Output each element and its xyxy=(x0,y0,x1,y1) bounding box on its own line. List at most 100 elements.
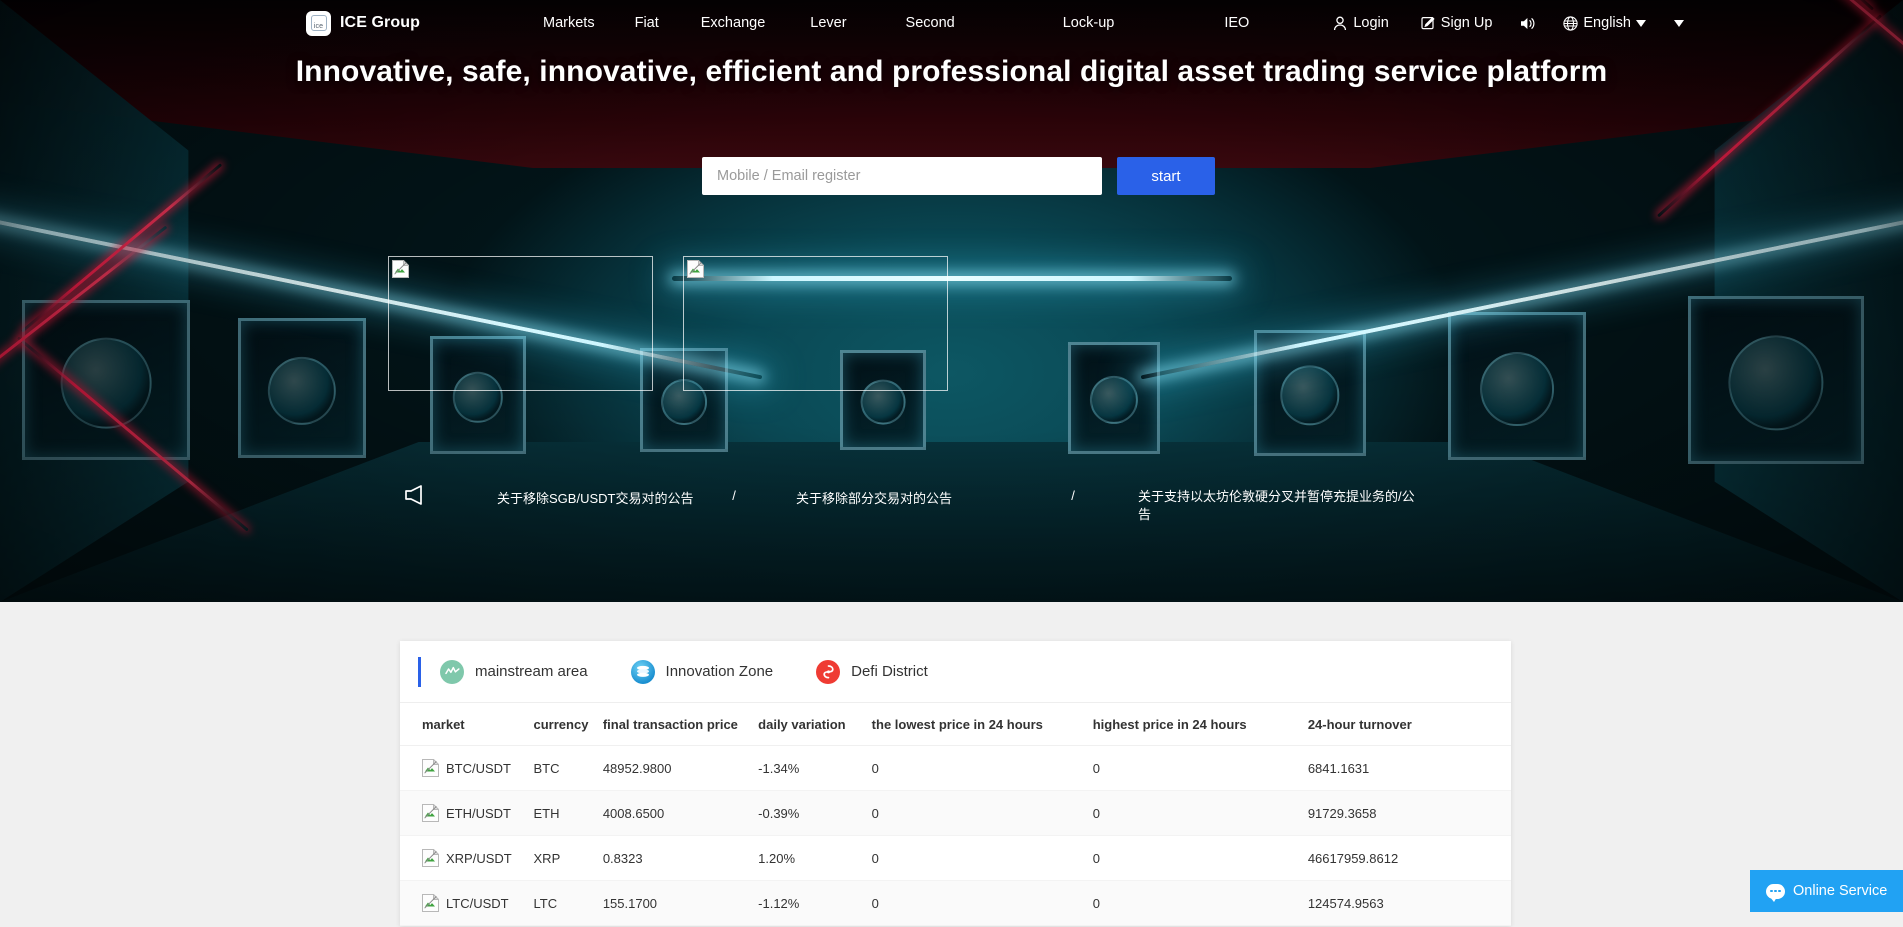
market-pair-label: BTC/USDT xyxy=(446,760,511,776)
announcement-link-2[interactable]: 关于移除部分交易对的公告 xyxy=(796,488,996,507)
broken-image-icon xyxy=(422,758,440,777)
coins-stack-icon xyxy=(630,659,655,684)
currency-cell: ETH xyxy=(533,790,603,836)
table-row[interactable]: LTC/USDT LTC 155.1700 -1.12% 0 0 124574.… xyxy=(400,880,1511,926)
nav-item-exchange[interactable]: Exchange xyxy=(701,15,766,31)
active-tab-accent-bar xyxy=(418,656,421,687)
col-header-turnover[interactable]: 24-hour turnover xyxy=(1307,703,1511,746)
broken-image-icon xyxy=(422,803,440,822)
broken-image-icon xyxy=(422,848,440,867)
turnover-cell: 46617959.8612 xyxy=(1307,835,1511,881)
nav-item-lever[interactable]: Lever xyxy=(810,15,846,31)
broken-image-icon xyxy=(687,259,705,278)
market-panel: mainstream area Innovation Zone Defi Dis… xyxy=(400,641,1511,926)
low-24h-cell: 0 xyxy=(871,745,1093,791)
tab-mainstream-area[interactable]: mainstream area xyxy=(440,659,588,684)
sound-icon[interactable] xyxy=(1520,16,1537,31)
online-service-label: Online Service xyxy=(1793,883,1888,899)
nav-menu: Markets Fiat Exchange Lever Second Lock-… xyxy=(543,15,1249,31)
broken-image-icon xyxy=(422,893,440,912)
turnover-cell: 91729.3658 xyxy=(1307,790,1511,836)
change-cell: -1.34% xyxy=(758,745,872,791)
login-label: Login xyxy=(1353,15,1389,31)
signup-button[interactable]: Sign Up xyxy=(1421,15,1493,31)
login-button[interactable]: Login xyxy=(1333,15,1389,31)
top-navigation-bar: ice ICE Group Markets Fiat Exchange Leve… xyxy=(0,0,1903,46)
col-header-low-24h[interactable]: the lowest price in 24 hours xyxy=(871,703,1093,746)
register-form: start xyxy=(702,157,1215,195)
tab-innovation-zone[interactable]: Innovation Zone xyxy=(630,659,774,684)
low-24h-cell: 0 xyxy=(871,880,1093,926)
register-input[interactable] xyxy=(702,157,1102,195)
chevron-down-icon xyxy=(1635,19,1646,27)
table-row[interactable]: XRP/USDT XRP 0.8323 1.20% 0 0 46617959.8… xyxy=(400,835,1511,881)
change-cell: -1.12% xyxy=(758,880,872,926)
announcement-separator: / xyxy=(1071,488,1075,503)
tab-label: Innovation Zone xyxy=(665,663,774,680)
last-price-cell: 48952.9800 xyxy=(602,745,759,791)
tab-label: mainstream area xyxy=(475,663,588,680)
hero-section: ice ICE Group Markets Fiat Exchange Leve… xyxy=(0,0,1903,602)
tab-defi-district[interactable]: Defi District xyxy=(816,659,928,684)
nav-right-group: Login Sign Up English xyxy=(1333,15,1684,31)
low-24h-cell: 0 xyxy=(871,835,1093,881)
start-button[interactable]: start xyxy=(1117,157,1215,195)
last-price-cell: 4008.6500 xyxy=(602,790,759,836)
market-pair-cell: ETH/USDT xyxy=(422,803,534,822)
tab-label: Defi District xyxy=(851,663,928,680)
language-label: English xyxy=(1583,15,1631,31)
market-table: market currency final transaction price … xyxy=(400,703,1511,926)
market-pair-label: XRP/USDT xyxy=(446,850,512,866)
market-pair-label: ETH/USDT xyxy=(446,805,511,821)
defi-icon xyxy=(816,659,841,684)
announcement-link-1[interactable]: 关于移除SGB/USDT交易对的公告 xyxy=(497,488,727,507)
col-header-currency[interactable]: currency xyxy=(533,703,603,746)
col-header-high-24h[interactable]: highest price in 24 hours xyxy=(1092,703,1308,746)
col-header-last-price[interactable]: final transaction price xyxy=(602,703,759,746)
nav-item-fiat[interactable]: Fiat xyxy=(635,15,659,31)
broken-image-icon xyxy=(392,259,410,278)
market-pair-cell: BTC/USDT xyxy=(422,758,534,777)
col-header-market[interactable]: market xyxy=(400,703,534,746)
change-cell: -0.39% xyxy=(758,790,872,836)
promo-banner-2[interactable] xyxy=(683,256,948,391)
table-header-row: market currency final transaction price … xyxy=(400,703,1511,746)
market-pair-cell: LTC/USDT xyxy=(422,893,534,912)
chevron-down-icon[interactable] xyxy=(1673,19,1684,27)
high-24h-cell: 0 xyxy=(1092,880,1308,926)
market-tabs: mainstream area Innovation Zone Defi Dis… xyxy=(400,641,1511,703)
signup-label: Sign Up xyxy=(1440,15,1493,31)
last-price-cell: 155.1700 xyxy=(602,880,759,926)
col-header-change[interactable]: daily variation xyxy=(758,703,872,746)
table-row[interactable]: BTC/USDT BTC 48952.9800 -1.34% 0 0 6841.… xyxy=(400,745,1511,791)
announcement-separator: / xyxy=(732,488,736,503)
last-price-cell: 0.8323 xyxy=(602,835,759,881)
announcement-link-3[interactable]: 关于支持以太坊伦敦硬分叉并暂停充提业务的/公告 xyxy=(1138,488,1418,523)
globe-icon xyxy=(1563,15,1579,31)
nav-item-ieo[interactable]: IEO xyxy=(1224,15,1249,31)
table-row[interactable]: ETH/USDT ETH 4008.6500 -0.39% 0 0 91729.… xyxy=(400,790,1511,836)
nav-item-markets[interactable]: Markets xyxy=(543,15,595,31)
market-pair-label: LTC/USDT xyxy=(446,895,509,911)
megaphone-icon xyxy=(404,484,429,509)
user-icon xyxy=(1333,16,1347,31)
brand-name: ICE Group xyxy=(340,14,421,31)
promo-banner-1[interactable] xyxy=(388,256,653,391)
logo-mark-text: ice xyxy=(310,15,327,31)
ice-logo-icon: ice xyxy=(306,10,331,36)
turnover-cell: 6841.1631 xyxy=(1307,745,1511,791)
change-cell: 1.20% xyxy=(758,835,872,881)
high-24h-cell: 0 xyxy=(1092,790,1308,836)
nav-item-second[interactable]: Second xyxy=(906,15,955,31)
nav-item-lockup[interactable]: Lock-up xyxy=(1063,15,1115,31)
high-24h-cell: 0 xyxy=(1092,835,1308,881)
currency-cell: BTC xyxy=(533,745,603,791)
turnover-cell: 124574.9563 xyxy=(1307,880,1511,926)
online-service-button[interactable]: Online Service xyxy=(1750,870,1903,912)
language-selector[interactable]: English xyxy=(1563,15,1646,31)
currency-cell: XRP xyxy=(533,835,603,881)
brand-logo[interactable]: ice ICE Group xyxy=(306,10,421,36)
market-pair-cell: XRP/USDT xyxy=(422,848,534,867)
high-24h-cell: 0 xyxy=(1092,745,1308,791)
currency-cell: LTC xyxy=(533,880,603,926)
